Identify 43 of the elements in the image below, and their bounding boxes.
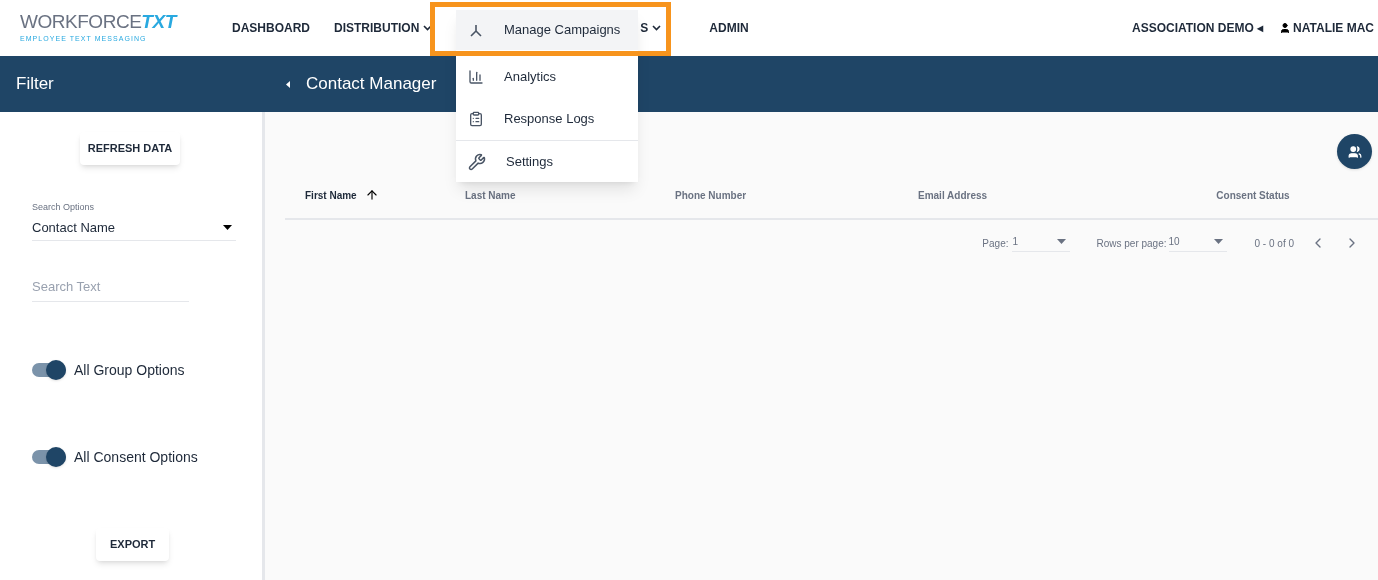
filter-title: Filter — [16, 73, 55, 96]
toggle-label: All Group Options — [74, 360, 185, 380]
bar-chart-icon — [468, 69, 484, 85]
export-button[interactable]: EXPORT — [96, 528, 170, 561]
menu-item[interactable]: Analytics — [456, 56, 638, 98]
toggle-switch[interactable] — [32, 450, 66, 464]
user-icon — [1279, 22, 1292, 34]
dropdown-arrow-icon — [1057, 239, 1067, 244]
search-options-select[interactable]: Contact Name — [32, 217, 236, 241]
organization-menu[interactable]: ASSOCIATION DEMO ◂ — [1132, 19, 1264, 37]
user-menu[interactable]: NATALIE MAC — [1293, 19, 1374, 37]
nav-item[interactable]: ADMIN — [709, 19, 749, 37]
menu-item[interactable]: Settings — [456, 140, 638, 182]
people-icon — [1347, 144, 1362, 159]
column-header[interactable]: Email Address — [918, 187, 988, 203]
clipboard-icon — [468, 111, 484, 127]
search-field[interactable]: Search Text — [32, 277, 189, 302]
field-label: Search Options — [32, 201, 96, 214]
page-title: Contact Manager — [306, 73, 437, 96]
nav-item[interactable]: DISTRIBUTION — [334, 19, 433, 37]
menu-item[interactable]: Manage Campaigns — [456, 10, 638, 50]
rows-label: Rows per page: — [1096, 236, 1167, 251]
menu-item[interactable]: Response Logs — [456, 98, 638, 140]
nav-item[interactable]: S — [640, 19, 662, 37]
column-header[interactable]: Last Name — [465, 187, 516, 203]
page-label: Page: — [982, 236, 1009, 251]
page-range: 0 - 0 of 0 — [1254, 236, 1294, 251]
page-select[interactable]: 1 — [1012, 234, 1071, 252]
contacts-button[interactable] — [1337, 134, 1372, 169]
column-header[interactable]: First Name — [305, 187, 357, 203]
toggle-switch[interactable] — [32, 363, 66, 377]
rows-select[interactable]: 10 — [1168, 234, 1227, 252]
column-header[interactable]: Consent Status — [1216, 187, 1290, 203]
refresh-button[interactable]: REFRESH DATA — [79, 132, 181, 165]
column-header[interactable]: Phone Number — [675, 187, 747, 203]
logo[interactable]: WORKFORCETXT — [20, 11, 192, 31]
toggle-label: All Consent Options — [74, 447, 198, 467]
branch-icon — [468, 22, 484, 38]
dropdown-arrow-icon — [1213, 239, 1223, 244]
wrench-icon — [468, 152, 486, 171]
dropdown-arrow-icon — [223, 224, 232, 230]
nav-item[interactable]: DASHBOARD — [232, 19, 310, 37]
collapse-caret-icon[interactable] — [286, 80, 290, 88]
